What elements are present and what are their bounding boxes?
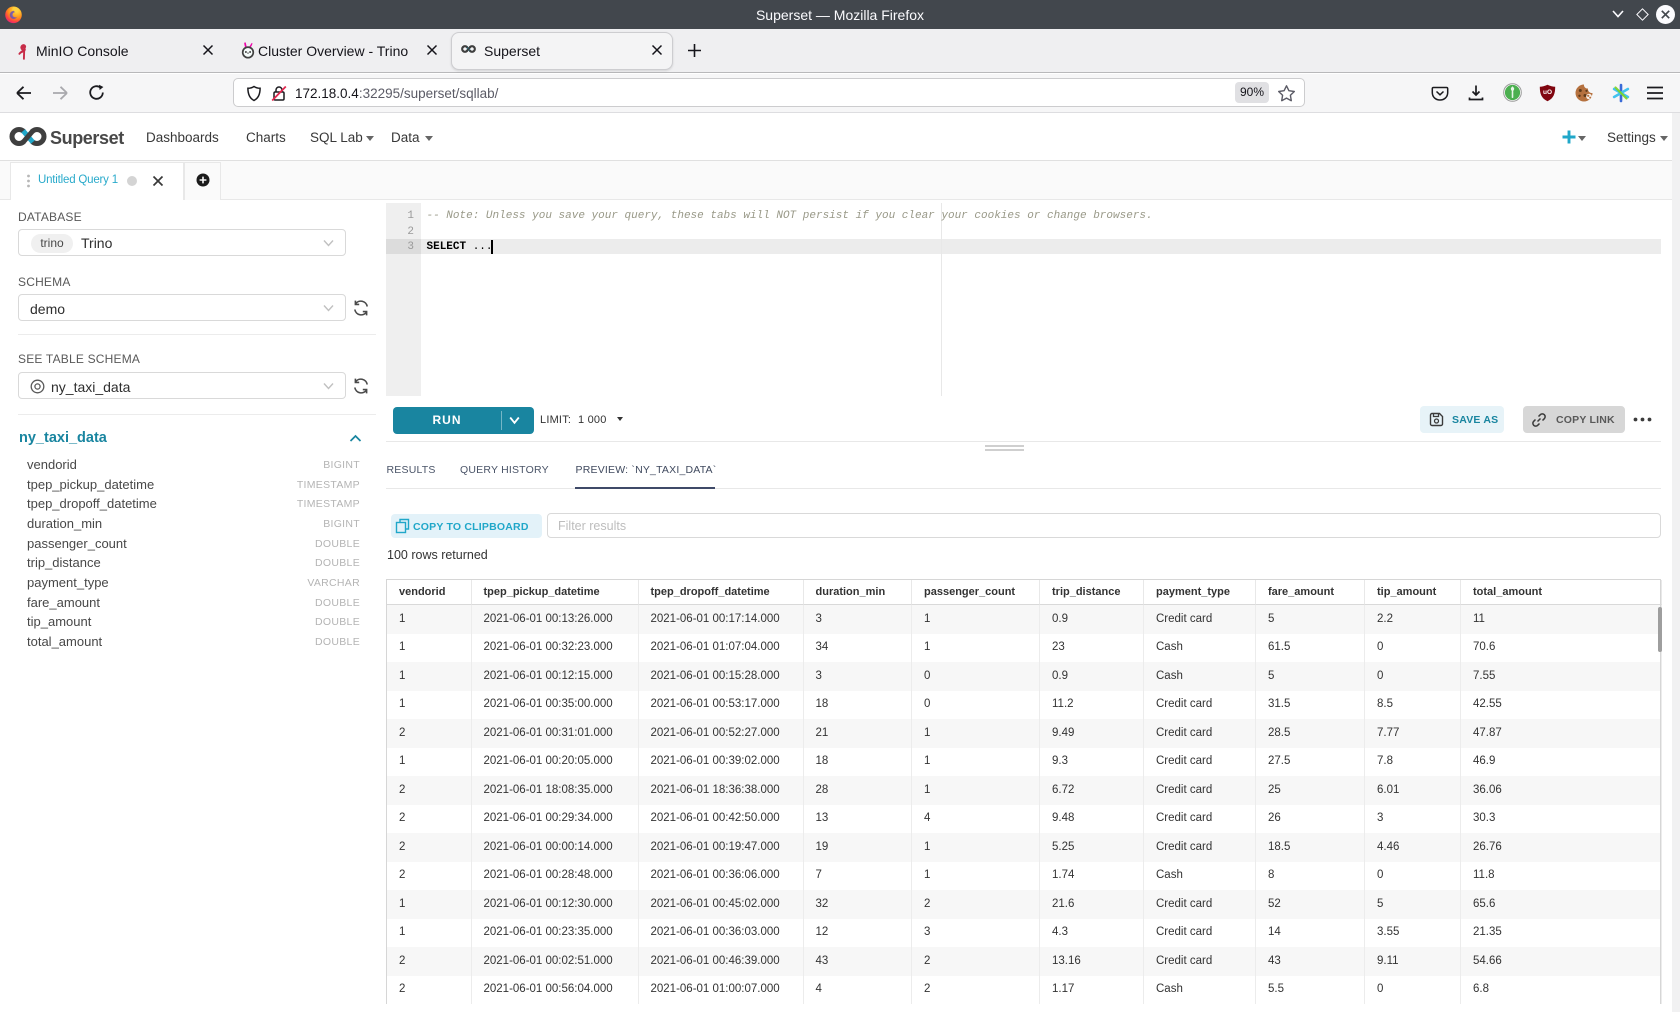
svg-text:uO: uO	[1543, 89, 1552, 96]
